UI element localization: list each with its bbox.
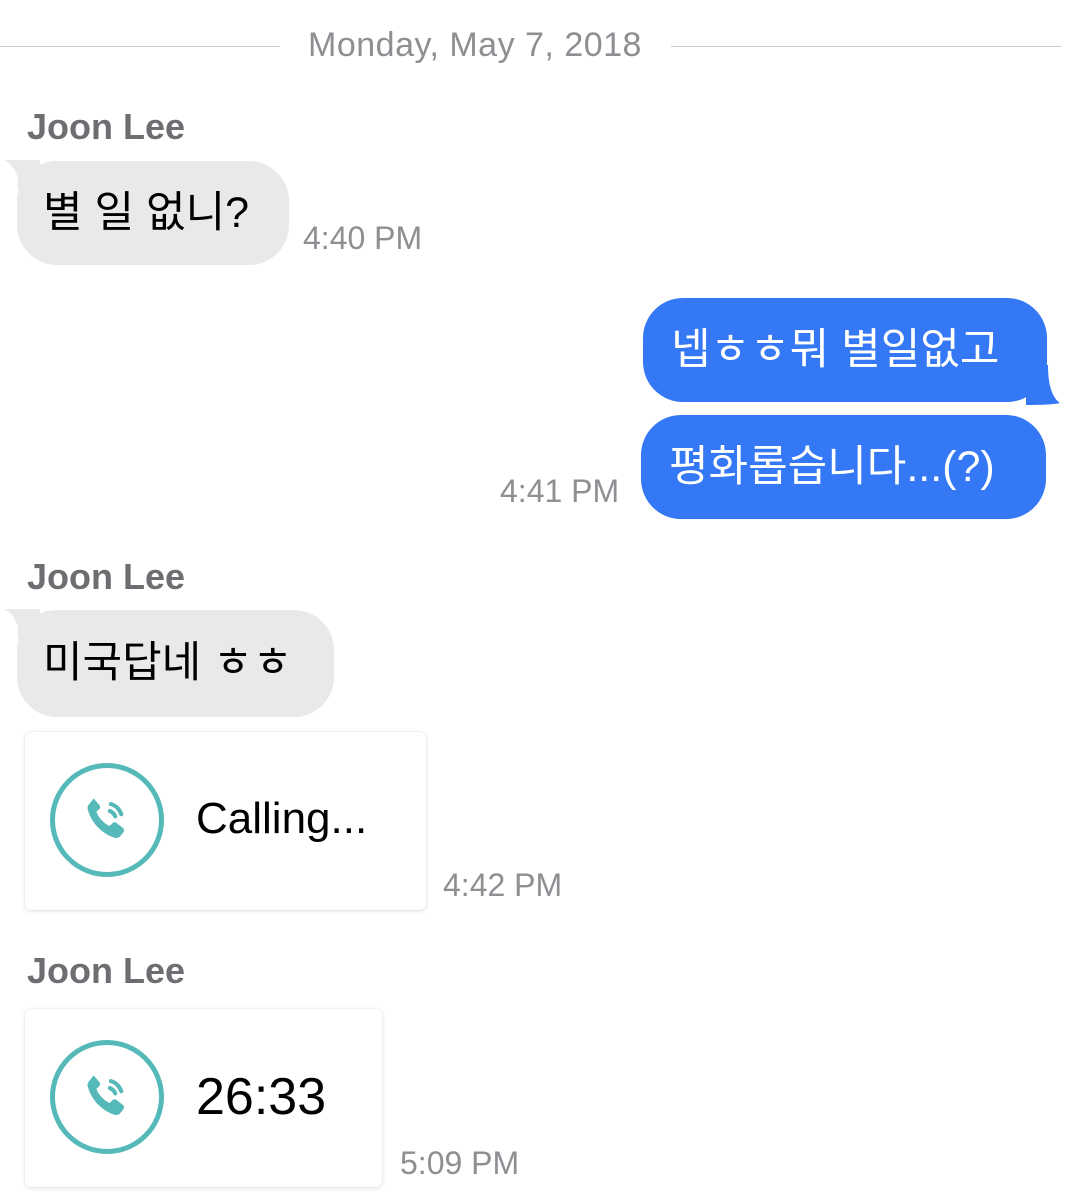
message-text: 별 일 없니? bbox=[43, 188, 250, 237]
timestamp: 4:40 PM bbox=[303, 220, 423, 256]
call-card[interactable]: Calling... bbox=[25, 732, 426, 910]
sender-name: Joon Lee bbox=[27, 106, 186, 147]
message-bubble[interactable]: 미국답네 ㅎㅎ bbox=[17, 610, 334, 717]
phone-call-icon bbox=[50, 1040, 164, 1154]
message-bubble[interactable]: 평화롭습니다...(?) bbox=[641, 415, 1046, 519]
timestamp: 4:42 PM bbox=[443, 867, 563, 903]
date-separator: Monday, May 7, 2018 bbox=[308, 26, 642, 64]
call-duration-text: 26:33 bbox=[196, 1068, 327, 1126]
message-text: 미국답네 ㅎㅎ bbox=[43, 639, 293, 687]
message-text: 넵ㅎㅎ뭐 별일없고 bbox=[671, 325, 1000, 374]
phone-call-icon bbox=[50, 763, 164, 877]
call-card[interactable]: 26:33 bbox=[25, 1009, 382, 1187]
timestamp: 5:09 PM bbox=[400, 1145, 520, 1181]
timestamp: 4:41 PM bbox=[500, 473, 620, 509]
message-bubble[interactable]: 별 일 없니? bbox=[17, 161, 289, 265]
message-bubble[interactable]: 넵ㅎㅎ뭐 별일없고 bbox=[643, 298, 1047, 402]
sender-name: Joon Lee bbox=[27, 556, 186, 597]
bubble-tail bbox=[1026, 365, 1060, 405]
call-status-text: Calling... bbox=[196, 794, 368, 843]
sender-name: Joon Lee bbox=[27, 950, 186, 991]
message-text: 평화롭습니다...(?) bbox=[669, 442, 995, 491]
